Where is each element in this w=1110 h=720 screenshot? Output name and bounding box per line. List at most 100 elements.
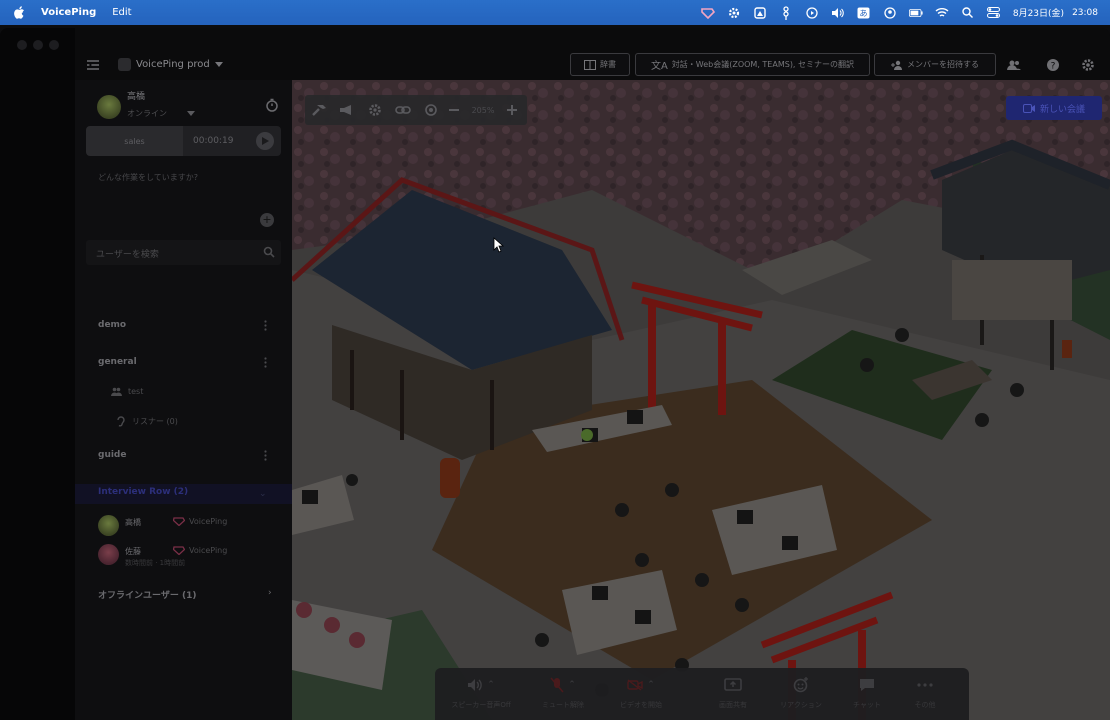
workspace-logo[interactable]: [118, 58, 131, 71]
edit-menu[interactable]: Edit: [112, 7, 131, 18]
status-dropdown-icon[interactable]: [187, 111, 195, 116]
zoom-window-button[interactable]: [49, 40, 59, 50]
mute-control[interactable]: ⌃ ミュート解除: [531, 676, 595, 716]
channel-guide[interactable]: guide: [98, 450, 126, 460]
office-scene: [292, 80, 1110, 720]
my-status[interactable]: オンライン: [127, 108, 167, 119]
voiceping-tray-icon[interactable]: [701, 6, 715, 20]
workspace-dropdown-icon[interactable]: [215, 62, 223, 67]
new-meeting-button[interactable]: 新しい会議: [1006, 96, 1102, 120]
book-icon: [584, 59, 596, 70]
channel-demo[interactable]: demo: [98, 320, 126, 330]
channel-general[interactable]: general: [98, 357, 137, 367]
volume-icon[interactable]: [831, 6, 845, 20]
my-avatar[interactable]: [97, 95, 121, 119]
zoom-out-button[interactable]: [445, 95, 463, 125]
offline-users-toggle[interactable]: オフラインユーザー (1): [98, 588, 196, 601]
channel-options-icon[interactable]: [264, 320, 267, 331]
listener-row[interactable]: リスナー (0): [115, 416, 178, 427]
gear-icon[interactable]: [361, 95, 389, 125]
speaker-label: スピーカー音声Off: [451, 701, 511, 709]
search-icon: [263, 246, 275, 258]
video-off-icon: [627, 679, 643, 691]
apple-icon[interactable]: [14, 6, 25, 19]
users-icon[interactable]: [1007, 58, 1021, 72]
channel-options-icon[interactable]: [264, 450, 267, 461]
new-meeting-label: 新しい会議: [1039, 104, 1085, 115]
ear-icon: [117, 416, 125, 427]
virtual-office-map[interactable]: 205% 新しい会議 ⌃ スピーカー音声Off ⌃ ミュート解除 ⌃ ビデオを開…: [292, 80, 1110, 720]
play-icon: [262, 137, 269, 145]
input-method-icon[interactable]: あ: [857, 6, 871, 20]
subchannel-test[interactable]: test: [111, 387, 143, 396]
chat-label: チャット: [853, 701, 881, 709]
mouse-cursor-icon: [493, 237, 505, 253]
channel-interview-row[interactable]: Interview Row (2) ⌄: [75, 484, 292, 504]
search-icon[interactable]: [961, 6, 975, 20]
listener-label: リスナー (0): [132, 417, 178, 426]
wifi-icon[interactable]: [935, 6, 949, 20]
stopwatch-icon[interactable]: [265, 98, 279, 112]
user-search-input[interactable]: ユーザーを検索: [86, 240, 281, 265]
workspace-name[interactable]: VoicePing prod: [136, 58, 210, 71]
settings-icon[interactable]: [1081, 58, 1095, 72]
battery-icon[interactable]: [908, 6, 923, 20]
video-camera-icon: [1022, 103, 1035, 113]
more-icon: [917, 683, 933, 687]
chat-control[interactable]: チャット: [835, 676, 899, 716]
megaphone-icon[interactable]: [333, 95, 361, 125]
play-button[interactable]: [256, 132, 274, 150]
svg-text:あ: あ: [860, 9, 868, 18]
tree-icon[interactable]: [779, 5, 793, 20]
translate-icon: 文A: [650, 61, 668, 72]
dictionary-label: 辞書: [600, 60, 616, 69]
chevron-up-icon[interactable]: ⌃: [647, 680, 655, 690]
invite-member-button[interactable]: メンバーを招待する: [874, 53, 996, 76]
close-window-button[interactable]: [17, 40, 27, 50]
chevron-right-icon[interactable]: ›: [268, 588, 272, 598]
reaction-control[interactable]: リアクション: [769, 676, 833, 716]
translate-button[interactable]: 文A 対話・Web会議(ZOOM, TEAMS), セミナーの翻訳: [635, 53, 870, 76]
task-label[interactable]: sales: [86, 126, 183, 156]
menubar-date[interactable]: 8月23日(金): [1013, 6, 1064, 19]
app-name-menu[interactable]: VoicePing: [41, 7, 96, 18]
locate-icon[interactable]: [417, 95, 445, 125]
member-name: 佐藤: [125, 547, 141, 556]
help-icon[interactable]: ?: [1046, 58, 1060, 72]
minimize-window-button[interactable]: [33, 40, 43, 50]
screen-share-icon: [724, 678, 742, 691]
gear-icon[interactable]: [727, 6, 741, 20]
voiceping-icon: [173, 546, 185, 555]
chevron-up-icon[interactable]: ⌃: [487, 680, 495, 690]
link-icon[interactable]: [389, 95, 417, 125]
user-circle-icon[interactable]: [883, 6, 897, 20]
chevron-down-icon[interactable]: ⌄: [259, 489, 267, 499]
speaker-icon: [468, 679, 483, 691]
timer-value: 00:00:19: [193, 136, 234, 146]
speaker-control[interactable]: ⌃ スピーカー音声Off: [449, 676, 513, 716]
menu-toggle-icon[interactable]: [86, 58, 100, 72]
play-circle-icon[interactable]: [805, 6, 819, 20]
video-control[interactable]: ⌃ ビデオを開始: [609, 676, 673, 716]
channel-options-icon[interactable]: [264, 357, 267, 368]
member-row[interactable]: 高橋 VoicePing: [98, 515, 283, 539]
screen-share-control[interactable]: 画面共有: [701, 676, 765, 716]
mic-muted-icon: [550, 677, 564, 693]
member-org: VoicePing: [173, 517, 227, 526]
voiceping-icon: [173, 517, 185, 526]
chevron-up-icon[interactable]: ⌃: [568, 680, 576, 690]
svg-text:?: ?: [1051, 62, 1056, 72]
zoom-in-button[interactable]: [503, 95, 521, 125]
add-channel-button[interactable]: +: [260, 213, 274, 227]
more-control[interactable]: その他: [893, 676, 957, 716]
activity-input[interactable]: どんな作業をしていますか?: [98, 172, 198, 183]
control-center-icon[interactable]: [987, 6, 1001, 20]
avatar: [98, 544, 119, 565]
member-row[interactable]: 佐藤 VoicePing 数時間前 · 1時間前: [98, 544, 283, 568]
hammer-icon[interactable]: [305, 95, 333, 125]
menubar-time[interactable]: 23:08: [1072, 8, 1098, 18]
subchannel-test-label: test: [128, 387, 144, 396]
dictionary-button[interactable]: 辞書: [570, 53, 630, 76]
drive-icon[interactable]: [753, 6, 767, 20]
member-org-label: VoicePing: [189, 546, 228, 555]
